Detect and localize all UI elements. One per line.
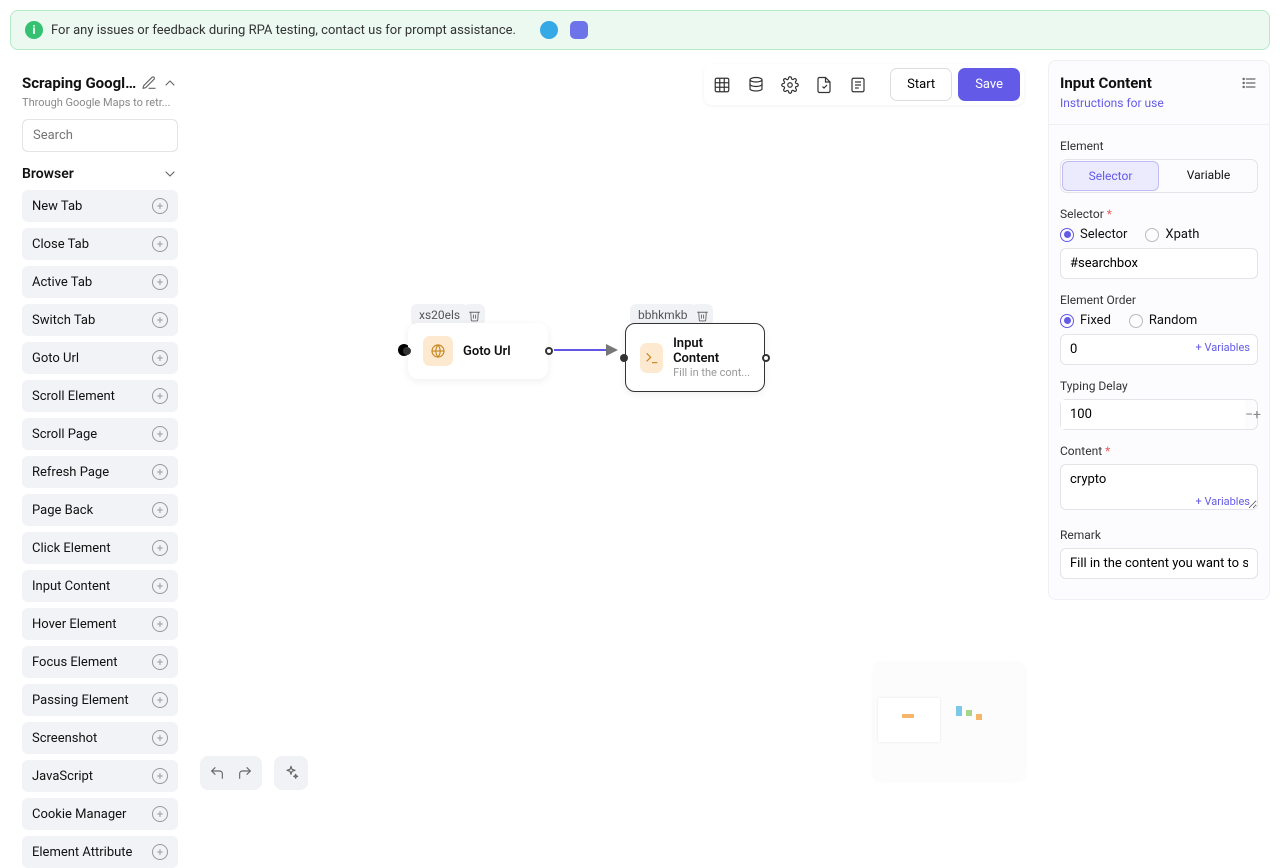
radio-xpath[interactable]: Xpath: [1145, 227, 1199, 242]
add-variable-order[interactable]: + Variables: [1196, 341, 1250, 354]
remark-input[interactable]: [1060, 548, 1258, 579]
discord-icon[interactable]: [570, 21, 588, 39]
sidebar-item-close-tab[interactable]: Close Tab+: [22, 228, 178, 260]
add-icon[interactable]: +: [152, 350, 168, 366]
sidebar-item-input-content[interactable]: Input Content+: [22, 570, 178, 602]
inspector-title: Input Content: [1060, 74, 1152, 92]
inspector-panel: Input Content Instructions for use Eleme…: [1048, 60, 1270, 600]
add-icon[interactable]: +: [152, 388, 168, 404]
selector-input[interactable]: [1060, 248, 1258, 279]
save-button[interactable]: Save: [958, 68, 1020, 101]
sidebar-item-javascript[interactable]: JavaScript+: [22, 760, 178, 792]
log-icon[interactable]: [844, 71, 872, 99]
add-icon[interactable]: +: [152, 844, 168, 860]
add-icon[interactable]: +: [152, 768, 168, 784]
add-icon[interactable]: +: [152, 616, 168, 632]
input-port[interactable]: [403, 347, 411, 355]
add-icon[interactable]: +: [152, 730, 168, 746]
chevron-down-icon: [162, 166, 178, 182]
add-icon[interactable]: +: [152, 274, 168, 290]
sidebar-item-screenshot[interactable]: Screenshot+: [22, 722, 178, 754]
list-icon[interactable]: [1240, 74, 1258, 92]
segment-selector[interactable]: Selector: [1062, 161, 1159, 191]
globe-icon: [423, 336, 453, 366]
magic-button[interactable]: [280, 762, 302, 784]
sidebar-item-cookie-manager[interactable]: Cookie Manager+: [22, 798, 178, 830]
add-icon[interactable]: +: [152, 198, 168, 214]
canvas[interactable]: Start Save xs20els Goto Url bbhkmkb: [190, 60, 1036, 800]
banner-text: For any issues or feedback during RPA te…: [51, 23, 516, 38]
sidebar-item-new-tab[interactable]: New Tab+: [22, 190, 178, 222]
add-icon[interactable]: +: [152, 692, 168, 708]
add-icon[interactable]: +: [152, 502, 168, 518]
export-icon[interactable]: [810, 71, 838, 99]
telegram-icon[interactable]: [540, 21, 558, 39]
instructions-link[interactable]: Instructions for use: [1060, 96, 1258, 110]
add-variable-content[interactable]: + Variables: [1196, 495, 1250, 508]
goto-url-node[interactable]: Goto Url: [408, 323, 548, 379]
sidebar-item-goto-url[interactable]: Goto Url+: [22, 342, 178, 374]
add-icon[interactable]: +: [152, 236, 168, 252]
category-browser[interactable]: Browser: [22, 166, 178, 182]
segment-variable[interactable]: Variable: [1161, 161, 1256, 191]
canvas-toolbar: Start Save: [704, 64, 1024, 105]
sidebar-item-active-tab[interactable]: Active Tab+: [22, 266, 178, 298]
add-icon[interactable]: +: [152, 426, 168, 442]
add-icon[interactable]: +: [152, 654, 168, 670]
radio-selector[interactable]: Selector: [1060, 227, 1127, 242]
grid-icon[interactable]: [708, 71, 736, 99]
sidebar-item-page-back[interactable]: Page Back+: [22, 494, 178, 526]
workflow-subtitle: Through Google Maps to retr...: [22, 96, 178, 109]
add-icon[interactable]: +: [152, 312, 168, 328]
collapse-sidebar-icon[interactable]: [161, 74, 178, 92]
input-port[interactable]: [620, 354, 628, 362]
sidebar-item-click-element[interactable]: Click Element+: [22, 532, 178, 564]
redo-button[interactable]: [234, 762, 256, 784]
radio-random[interactable]: Random: [1129, 313, 1197, 328]
delay-input[interactable]: [1061, 400, 1245, 429]
input-icon: [640, 343, 663, 373]
sidebar-item-focus-element[interactable]: Focus Element+: [22, 646, 178, 678]
edit-title-icon[interactable]: [141, 74, 158, 92]
sidebar-item-hover-element[interactable]: Hover Element+: [22, 608, 178, 640]
add-icon[interactable]: +: [152, 806, 168, 822]
add-icon[interactable]: +: [152, 540, 168, 556]
sidebar-item-scroll-page[interactable]: Scroll Page+: [22, 418, 178, 450]
delay-increase[interactable]: +: [1253, 405, 1261, 425]
database-icon[interactable]: [742, 71, 770, 99]
workflow-title: Scraping Google...: [22, 74, 137, 92]
sidebar-item-element-attribute[interactable]: Element Attribute+: [22, 836, 178, 868]
info-icon: i: [25, 21, 43, 39]
radio-fixed[interactable]: Fixed: [1060, 313, 1111, 328]
input-content-node[interactable]: Input Content Fill in the cont...: [625, 323, 765, 392]
delay-decrease[interactable]: −: [1245, 405, 1253, 425]
undo-button[interactable]: [206, 762, 228, 784]
add-icon[interactable]: +: [152, 578, 168, 594]
feedback-banner: i For any issues or feedback during RPA …: [10, 10, 1270, 50]
sidebar-item-passing-element[interactable]: Passing Element+: [22, 684, 178, 716]
search-input[interactable]: [22, 119, 178, 152]
sidebar-item-refresh-page[interactable]: Refresh Page+: [22, 456, 178, 488]
element-segment: Selector Variable: [1060, 159, 1258, 193]
sidebar: Scraping Google... Through Google Maps t…: [10, 60, 190, 800]
element-label: Element: [1060, 139, 1258, 153]
start-button[interactable]: Start: [890, 68, 952, 101]
sidebar-item-switch-tab[interactable]: Switch Tab+: [22, 304, 178, 336]
typing-delay-stepper: − +: [1060, 399, 1258, 430]
output-port[interactable]: [762, 354, 770, 362]
minimap[interactable]: [874, 664, 1024, 780]
sidebar-item-scroll-element[interactable]: Scroll Element+: [22, 380, 178, 412]
settings-icon[interactable]: [776, 71, 804, 99]
add-icon[interactable]: +: [152, 464, 168, 480]
